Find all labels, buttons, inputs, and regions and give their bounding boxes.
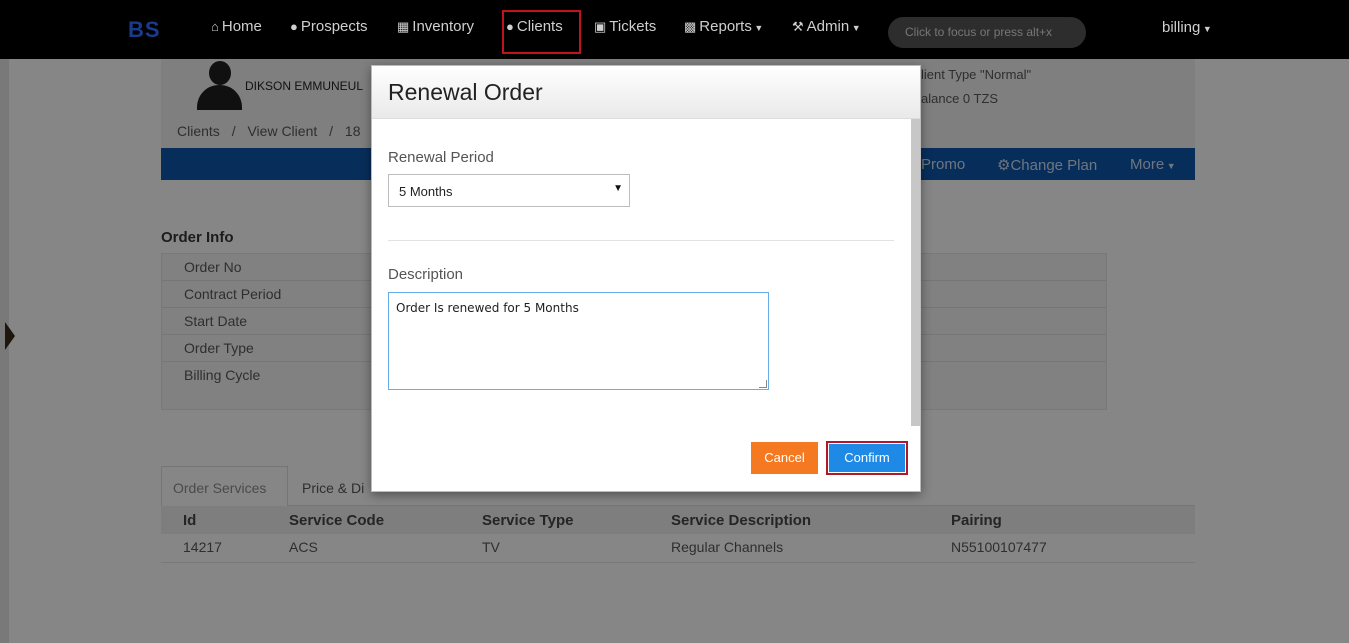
wrench-icon: ⚒ [792, 19, 804, 34]
confirm-button[interactable]: Confirm [829, 444, 905, 472]
nav-home[interactable]: ⌂ Home [211, 18, 262, 35]
nav-reports[interactable]: ▩ Reports ▼ [684, 18, 763, 35]
nav-prospects[interactable]: ● Prospects [290, 18, 368, 35]
users-icon: ● [506, 19, 514, 34]
user-menu-label: billing [1162, 19, 1201, 36]
nav-clients-label: Clients [516, 18, 563, 35]
app-logo[interactable]: BS [128, 17, 161, 43]
nav-reports-label: Reports [699, 18, 752, 35]
home-icon: ⌂ [211, 19, 219, 34]
caret-down-icon: ▼ [613, 183, 623, 194]
nav-tickets[interactable]: ▣ Tickets [594, 18, 656, 35]
description-value: Order Is renewed for 5 Months [396, 301, 579, 315]
bar-chart-icon: ▩ [684, 19, 697, 34]
modal-divider [388, 240, 894, 241]
renewal-period-select[interactable]: 5 Months ▼ [388, 174, 630, 207]
description-textarea[interactable]: Order Is renewed for 5 Months [388, 292, 769, 390]
ticket-icon: ▣ [594, 19, 607, 34]
user-icon: ● [290, 19, 298, 34]
top-navbar: BS ⌂ Home ● Prospects ▦ Inventory ● Clients … [0, 0, 1349, 59]
chevron-down-icon: ▼ [1200, 24, 1212, 34]
grid-icon: ▦ [397, 19, 410, 34]
nav-admin[interactable]: ⚒ Admin ▼ [792, 18, 861, 35]
nav-inventory[interactable]: ▦ Inventory [397, 18, 474, 35]
description-label: Description [388, 266, 464, 283]
nav-inventory-label: Inventory [412, 18, 474, 35]
chevron-down-icon: ▼ [849, 23, 861, 33]
nav-admin-label: Admin [806, 18, 850, 35]
renewal-period-value: 5 Months [399, 184, 453, 199]
cancel-button[interactable]: Cancel [751, 442, 818, 474]
nav-prospects-label: Prospects [300, 18, 368, 35]
modal-title: Renewal Order [388, 79, 543, 105]
nav-clients[interactable]: ● Clients [506, 18, 563, 35]
modal-scrollbar[interactable] [911, 119, 920, 426]
renewal-order-modal: Renewal Order Renewal Period 5 Months ▼ … [371, 65, 921, 492]
nav-home-label: Home [221, 18, 262, 35]
user-menu[interactable]: billing ▼ [1162, 19, 1212, 36]
modal-header: Renewal Order [372, 66, 920, 119]
nav-tickets-label: Tickets [609, 18, 657, 35]
search-input[interactable]: Click to focus or press alt+x [888, 17, 1086, 48]
chevron-down-icon: ▼ [751, 23, 764, 33]
renewal-period-label: Renewal Period [388, 149, 494, 166]
resize-handle-icon[interactable] [759, 380, 767, 388]
